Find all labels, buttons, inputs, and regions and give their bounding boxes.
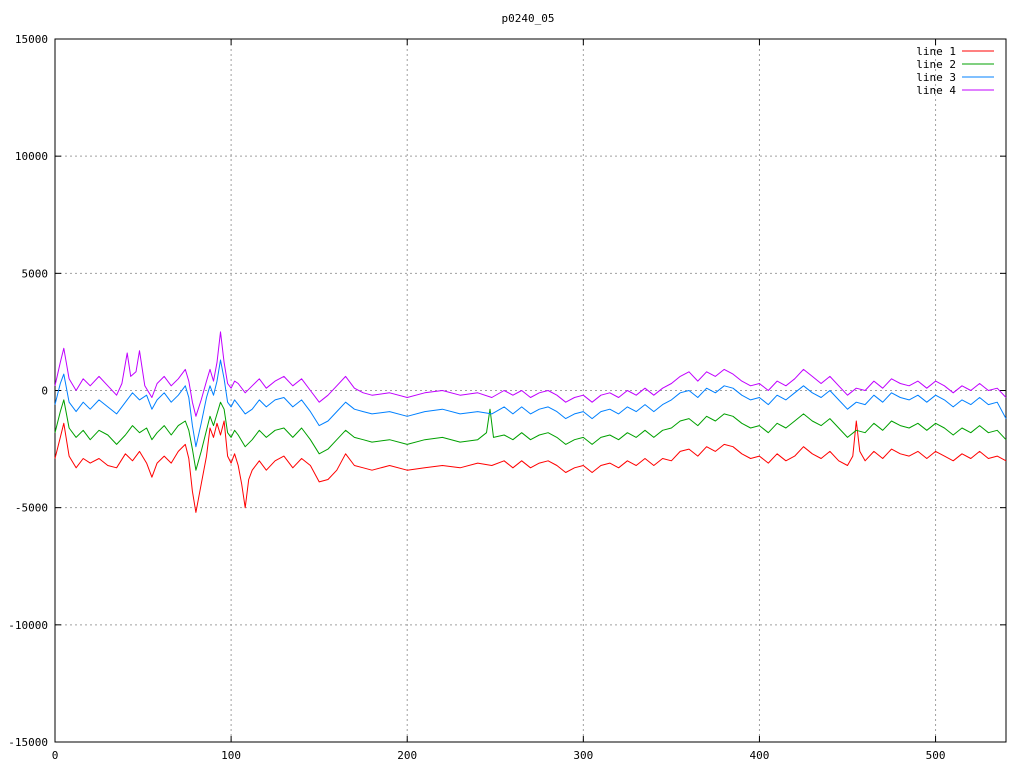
x-tick-label: 400	[750, 749, 770, 762]
y-tick-label: 5000	[22, 267, 49, 280]
y-tick-label: 15000	[15, 33, 48, 46]
x-tick-label: 100	[221, 749, 241, 762]
x-tick-label: 0	[52, 749, 59, 762]
chart-title: p0240_05	[502, 12, 555, 25]
series-line-1	[54, 420, 1007, 513]
legend-label-3: line 3	[916, 71, 956, 84]
legend-label-4: line 4	[916, 84, 956, 97]
series-lines	[54, 331, 1007, 513]
x-tick-label: 200	[397, 749, 417, 762]
series-line-3	[54, 359, 1007, 448]
y-tick-label: -5000	[15, 502, 48, 515]
legend: line 1line 2line 3line 4	[916, 45, 994, 97]
y-tick-label: 0	[41, 385, 48, 398]
y-tick-label: 10000	[15, 150, 48, 163]
legend-label-2: line 2	[916, 58, 956, 71]
x-tick-label: 300	[573, 749, 593, 762]
axis-ticks: 0 100 200 300 400 500 -15000 -10000 -5000 0 5000 10…	[8, 33, 1006, 762]
legend-label-1: line 1	[916, 45, 956, 58]
x-tick-label: 500	[926, 749, 946, 762]
line-chart: 0 100 200 300 400 500 -15000 -10000 -5000 0 5000 10…	[8, 12, 1007, 762]
y-tick-label: -15000	[8, 736, 48, 749]
y-tick-label: -10000	[8, 619, 48, 632]
